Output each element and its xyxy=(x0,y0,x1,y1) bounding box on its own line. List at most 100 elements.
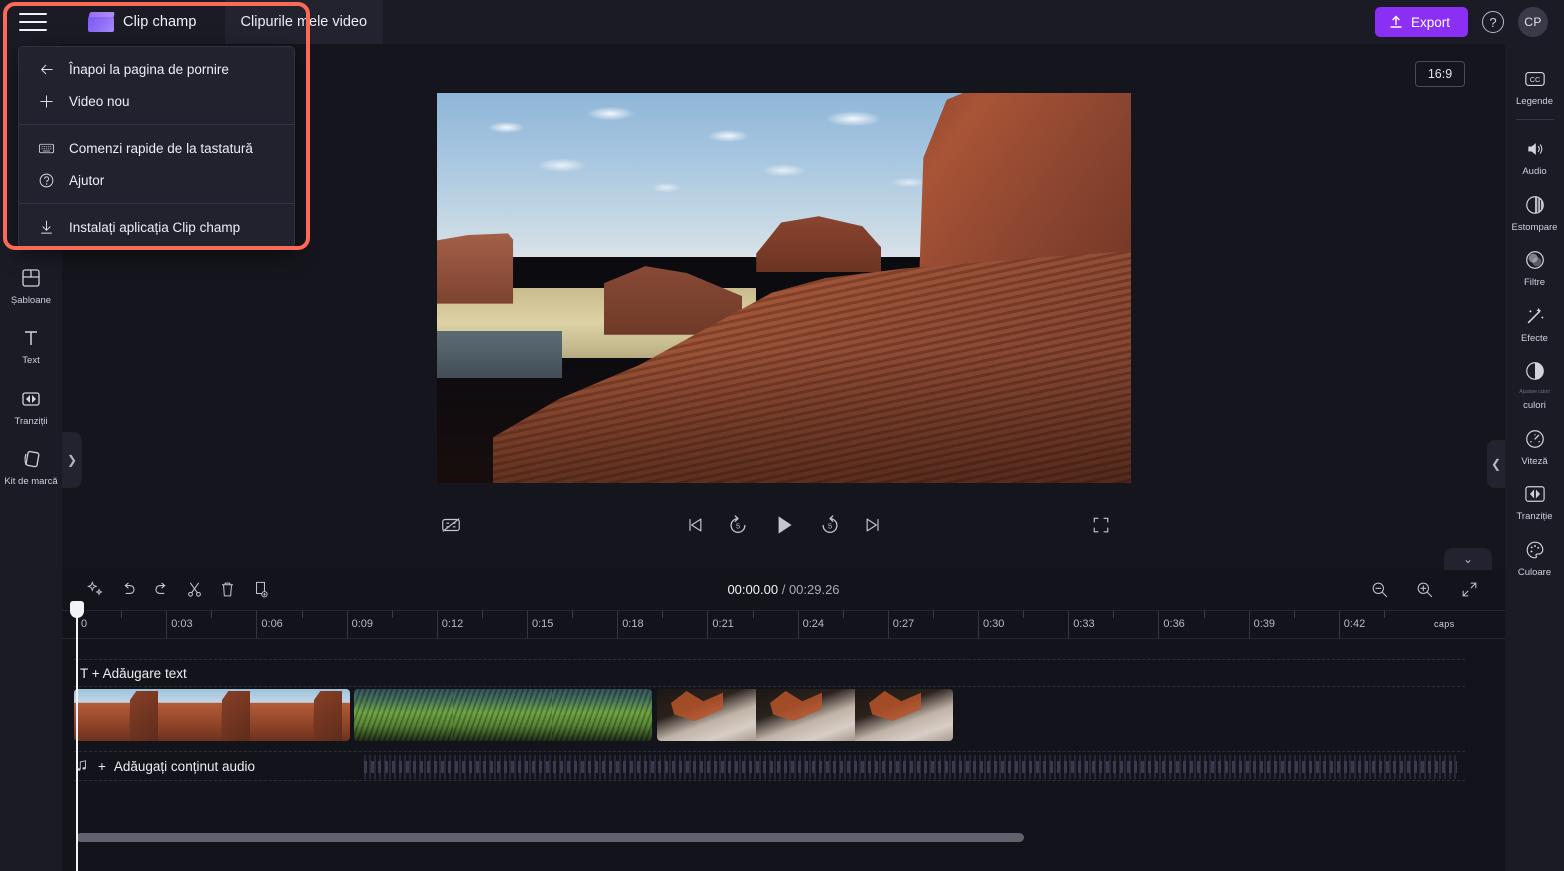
menu-label: Instalați aplicația Clip champ xyxy=(69,219,241,235)
current-time: 00:00.00 xyxy=(727,582,779,597)
fit-to-screen-icon[interactable] xyxy=(1454,575,1484,605)
rightbar-item-audio[interactable]: Audio xyxy=(1505,128,1564,183)
rewind-5-icon[interactable]: 5 xyxy=(727,514,749,536)
timeline-panel: 00:00.00 / 00:29.26 0 0:03 0:06 0:09 0:12 0:1… xyxy=(62,569,1505,871)
timeline-ruler[interactable]: 0 0:03 0:06 0:09 0:12 0:15 0:18 0:21 0:24 0:27 0:3… xyxy=(62,611,1505,639)
timeline-horizontal-scrollbar[interactable] xyxy=(72,833,1487,842)
clip-thumbnail xyxy=(166,689,258,741)
timeline-collapse-toggle[interactable]: ⌄ xyxy=(1444,548,1492,570)
redo-icon[interactable] xyxy=(146,575,176,605)
menu-label: Comenzi rapide de la tastatură xyxy=(69,140,253,156)
chevron-left-icon: ❮ xyxy=(1490,457,1502,471)
menu-item-keyboard-shortcuts[interactable]: Comenzi rapide de la tastatură xyxy=(19,132,294,164)
ruler-tick-label: 0:09 xyxy=(351,618,374,630)
sidebar-item-tranzitii[interactable]: Tranziții xyxy=(0,375,62,435)
play-button[interactable] xyxy=(771,512,797,538)
sidebar-item-sabloane[interactable]: Șabloane xyxy=(0,254,62,314)
rightbar-label: Filtre xyxy=(1523,277,1546,289)
ruler-tick-label: 0:15 xyxy=(532,618,554,630)
filters-circles-icon xyxy=(1523,248,1547,272)
clip-thumbnail xyxy=(74,689,166,741)
export-button[interactable]: Export xyxy=(1374,7,1468,37)
lower-shading-layer xyxy=(437,350,1131,483)
audio-waveform-overlay xyxy=(364,761,1457,773)
player-controls: 5 5 xyxy=(62,489,1505,561)
left-panel-collapse-toggle[interactable]: ❯ xyxy=(62,432,82,488)
top-bar: Clip champ Clipurile mele video Export ?… xyxy=(0,0,1564,44)
playhead-handle[interactable] xyxy=(70,601,84,618)
forward-5-icon[interactable]: 5 xyxy=(819,514,841,536)
keyboard-icon xyxy=(37,139,55,157)
svg-text:CC: CC xyxy=(1529,75,1540,84)
undo-icon[interactable] xyxy=(113,575,143,605)
brand-logo-button[interactable]: Clip champ xyxy=(88,12,197,32)
arrow-left-icon xyxy=(37,60,55,78)
menu-label: Înapoi la pagina de pornire xyxy=(69,61,229,77)
sidebar-item-kit-de-marca[interactable]: Kit de marcă xyxy=(0,435,62,495)
clip-thumbnail xyxy=(453,689,552,741)
add-audio-label[interactable]: Adăugați conținut audio xyxy=(114,759,255,774)
clipchamp-editor: Clip champ Clipurile mele video Export ?… xyxy=(0,0,1564,871)
sidebar-item-text[interactable]: Text xyxy=(0,314,62,374)
menu-divider xyxy=(19,124,294,125)
rightbar-label: Legende xyxy=(1516,96,1553,107)
track-video xyxy=(74,689,953,741)
menu-item-new-video[interactable]: Video nou xyxy=(19,85,294,117)
menu-item-back-home[interactable]: Înapoi la pagina de pornire xyxy=(19,53,294,85)
clip-rock-aerial[interactable] xyxy=(657,689,953,741)
rightbar-item-culoare[interactable]: Culoare xyxy=(1505,529,1564,584)
rightbar-item-efecte[interactable]: Efecte xyxy=(1505,295,1564,350)
menu-item-help[interactable]: Ajutor xyxy=(19,164,294,196)
ruler-tick-label: 0 xyxy=(81,618,88,630)
timeline-zoom-controls xyxy=(1364,575,1487,605)
rightbar-item-legende[interactable]: CC Legende xyxy=(1505,58,1564,113)
menu-label: Video nou xyxy=(69,93,130,109)
zoom-out-icon[interactable] xyxy=(1364,575,1394,605)
clip-thumbnail xyxy=(258,689,350,741)
right-panel-collapse-toggle[interactable]: ❮ xyxy=(1487,440,1505,488)
scrollbar-thumb[interactable] xyxy=(76,833,1024,842)
ruler-tick-label: 0:24 xyxy=(802,618,825,630)
playhead[interactable] xyxy=(70,601,84,871)
tab-my-videos[interactable]: Clipurile mele video xyxy=(224,0,384,44)
transitions-icon xyxy=(19,387,43,411)
auto-compose-sparkle-icon[interactable] xyxy=(80,575,110,605)
scissors-icon[interactable] xyxy=(179,575,209,605)
clip-green-hills[interactable] xyxy=(354,689,652,741)
clip-thumbnail xyxy=(855,689,953,741)
rightbar-item-tranzitie[interactable]: Tranziție xyxy=(1505,473,1564,528)
skip-to-start-icon[interactable] xyxy=(685,515,705,535)
trash-icon[interactable] xyxy=(212,575,242,605)
rightbar-item-estompare[interactable]: Estompare xyxy=(1505,184,1564,239)
rightbar-item-viteza[interactable]: Viteză xyxy=(1505,418,1564,473)
track-text[interactable]: T + Adăugare text xyxy=(74,659,1465,687)
rightbar-item-culori[interactable]: Ajustare culori culori xyxy=(1505,350,1564,417)
contrast-circle-icon xyxy=(1523,359,1547,383)
duplicate-icon[interactable] xyxy=(245,575,275,605)
sidebar-label: Text xyxy=(22,355,40,367)
closed-caption-icon: CC xyxy=(1523,67,1547,91)
chevron-down-icon: ⌄ xyxy=(1462,552,1474,566)
avatar[interactable]: CP xyxy=(1518,7,1548,37)
add-text-label[interactable]: T + Adăugare text xyxy=(74,666,187,681)
rightbar-label: Tranziție xyxy=(1516,511,1553,523)
sidebar-label: Tranziții xyxy=(14,415,48,427)
ruler-tick-label: 0:39 xyxy=(1253,618,1276,630)
audio-plus[interactable]: + xyxy=(98,759,106,774)
timeline-toolbar: 00:00.00 / 00:29.26 xyxy=(62,569,1505,611)
rightbar-label: Audio xyxy=(1522,166,1547,178)
question-circle-icon[interactable]: ? xyxy=(1482,11,1504,33)
skip-to-end-icon[interactable] xyxy=(863,515,883,535)
transitions-icon xyxy=(1523,482,1547,506)
menu-item-install-app[interactable]: Instalați aplicația Clip champ xyxy=(19,211,294,243)
hamburger-menu-icon[interactable] xyxy=(16,9,50,35)
magic-wand-icon xyxy=(1523,304,1547,328)
zoom-in-icon[interactable] xyxy=(1409,575,1439,605)
clip-canyon[interactable] xyxy=(74,689,350,741)
ruler-tick-label: 0:06 xyxy=(261,618,283,630)
video-preview[interactable] xyxy=(437,93,1131,483)
fullscreen-icon[interactable] xyxy=(1092,516,1110,534)
rightbar-item-filtre[interactable]: Filtre xyxy=(1505,239,1564,294)
track-audio[interactable]: + Adăugați conținut audio xyxy=(74,751,1465,781)
aspect-ratio-button[interactable]: 16:9 xyxy=(1415,61,1465,87)
